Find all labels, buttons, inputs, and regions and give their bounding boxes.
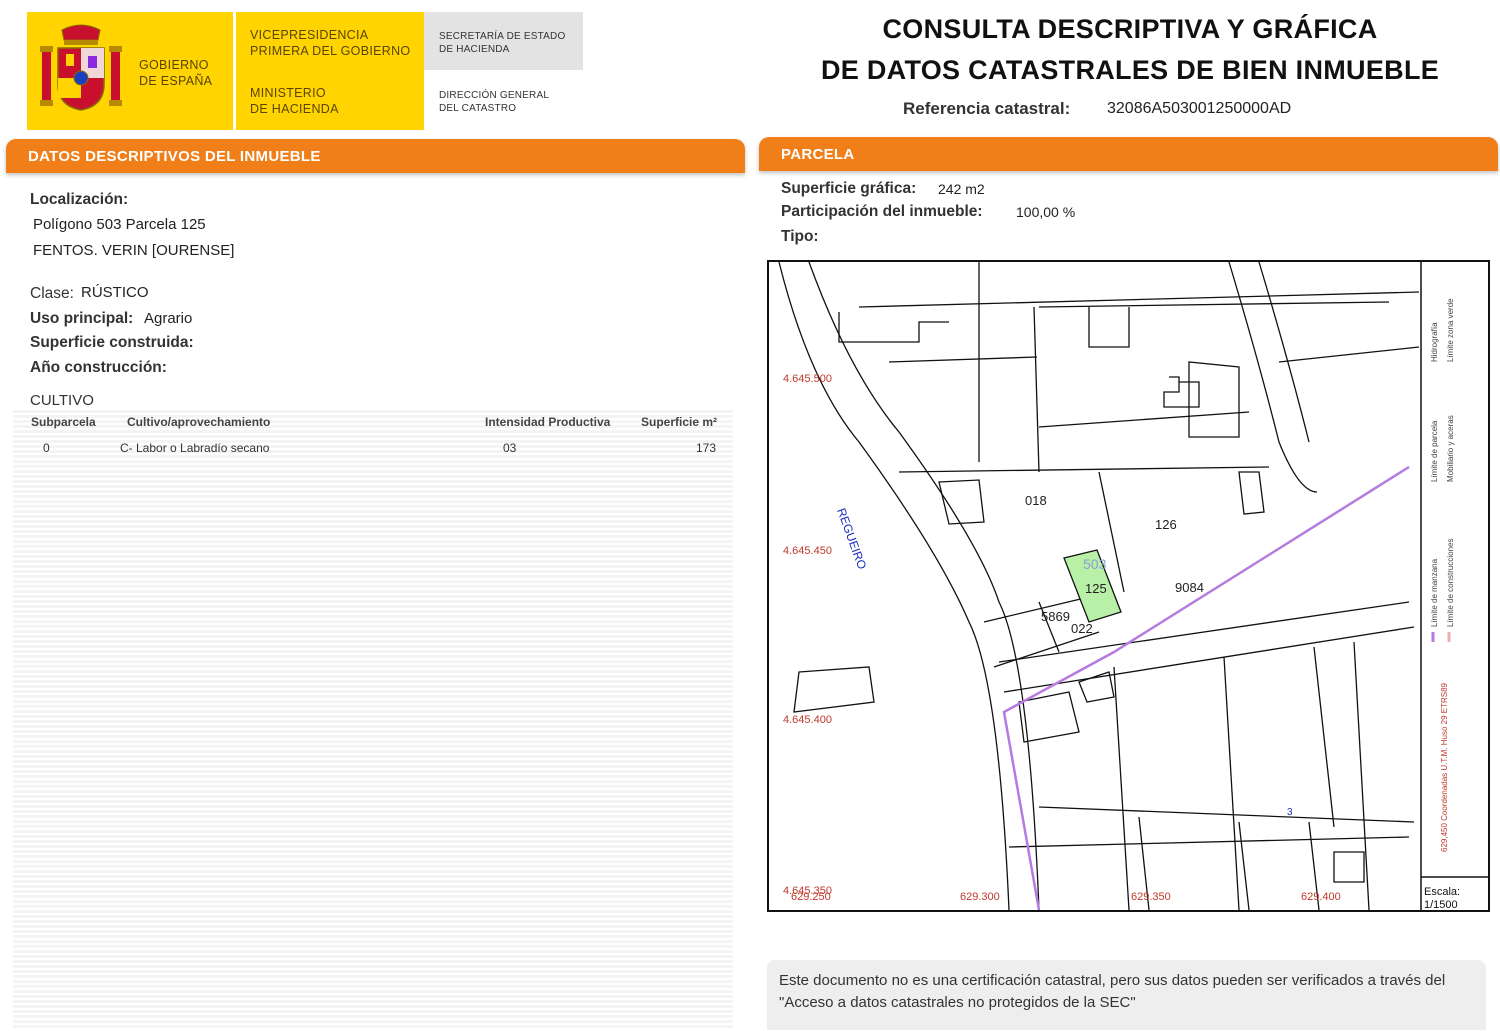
cultivo-row-superficie: 173 bbox=[696, 441, 717, 455]
localizacion-line2: FENTOS. VERIN [OURENSE] bbox=[33, 242, 235, 259]
cultivo-table bbox=[13, 410, 733, 1030]
map-x-tick-first: 629.250 bbox=[791, 891, 831, 903]
disclaimer-box: Este documento no es una certificación c… bbox=[767, 960, 1486, 1030]
cultivo-row-cultivo: C- Labor o Labradío secano bbox=[120, 441, 270, 455]
uso-value: Agrario bbox=[144, 310, 193, 327]
parcela-section-title: PARCELA bbox=[781, 146, 855, 163]
disclaimer-text: Este documento no es una certificación c… bbox=[779, 972, 1446, 1011]
clase-value: RÚSTICO bbox=[81, 284, 149, 301]
legend-construcciones: Límite de construcciones bbox=[1446, 539, 1455, 628]
escala-label: Escala: bbox=[1424, 886, 1460, 898]
vicepresidencia-line1: VICEPRESIDENCIA bbox=[250, 28, 369, 42]
gobierno-line1: GOBIERNO bbox=[139, 58, 209, 72]
cultivo-header-subparcela: Subparcela bbox=[31, 415, 96, 429]
cultivo-header-superficie: Superficie m² bbox=[641, 415, 718, 429]
anio-construccion-label: Año construcción: bbox=[30, 359, 167, 376]
parcel-label-503: 503 bbox=[1083, 556, 1107, 572]
ministerio-line2: DE HACIENDA bbox=[250, 102, 339, 116]
participacion-label: Participación del inmueble: bbox=[781, 203, 983, 220]
secretaria-line1: SECRETARÍA DE ESTADO bbox=[439, 31, 566, 42]
cadastral-map[interactable]: 4.645.500 4.645.450 4.645.400 4.645.350 … bbox=[767, 260, 1490, 912]
coat-of-arms-icon bbox=[40, 24, 122, 111]
superficie-grafica-value: 242 m2 bbox=[938, 181, 985, 197]
localizacion-line1: Polígono 503 Parcela 125 bbox=[33, 216, 206, 233]
tipo-label: Tipo: bbox=[781, 228, 819, 245]
parcel-label-022: 022 bbox=[1071, 621, 1093, 636]
parcel-label-125: 125 bbox=[1085, 581, 1107, 596]
cultivo-header-cultivo: Cultivo/aprovechamiento bbox=[127, 415, 271, 429]
cultivo-header-intensidad: Intensidad Productiva bbox=[485, 415, 611, 429]
map-x-tick-2: 629.350 bbox=[1131, 891, 1171, 903]
parcel-label-9084: 9084 bbox=[1175, 580, 1204, 595]
parcel-label-018: 018 bbox=[1025, 493, 1047, 508]
small-label: 3 bbox=[1287, 807, 1293, 818]
localizacion-label: Localización: bbox=[30, 191, 129, 208]
legend-hidrografia: Hidrografía bbox=[1430, 322, 1439, 362]
cultivo-row-intensidad: 03 bbox=[503, 441, 517, 455]
legend-manzana: Límite de manzana bbox=[1430, 558, 1439, 627]
uso-label: Uso principal: bbox=[30, 310, 134, 327]
map-drawing: 4.645.500 4.645.450 4.645.400 4.645.350 … bbox=[778, 262, 1488, 910]
map-x-tick-3: 629.400 bbox=[1301, 891, 1341, 903]
parcel-label-5869: 5869 bbox=[1041, 609, 1070, 624]
street-label-regueiro: REGUEIRO bbox=[834, 506, 869, 571]
legend-parcela: Límite de parcela bbox=[1430, 420, 1439, 482]
superficie-grafica-label: Superficie gráfica: bbox=[781, 180, 917, 197]
legend-zona-verde: Límite zona verde bbox=[1446, 298, 1455, 362]
direccion-line1: DIRECCIÓN GENERAL bbox=[439, 90, 550, 101]
parcela-section-header: PARCELA bbox=[759, 137, 1498, 171]
vicepresidencia-line2: PRIMERA DEL GOBIERNO bbox=[250, 44, 411, 58]
map-x-tick-1: 629.300 bbox=[960, 891, 1000, 903]
referencia-value: 32086A503001250000AD bbox=[1107, 100, 1292, 117]
inmueble-section-header: DATOS DESCRIPTIVOS DEL INMUEBLE bbox=[6, 139, 745, 173]
document-title-line2: DE DATOS CATASTRALES DE BIEN INMUEBLE bbox=[820, 55, 1440, 85]
direccion-line2: DEL CATASTRO bbox=[439, 103, 517, 114]
map-y-tick-1: 4.645.500 bbox=[783, 373, 832, 385]
map-y-tick-2: 4.645.450 bbox=[783, 545, 832, 557]
inmueble-section-title: DATOS DESCRIPTIVOS DEL INMUEBLE bbox=[28, 148, 321, 165]
superficie-construida-label: Superficie construida: bbox=[30, 334, 194, 351]
gobierno-line2: DE ESPAÑA bbox=[139, 74, 213, 88]
escala-value: 1/1500 bbox=[1424, 899, 1458, 910]
ministerio-line1: MINISTERIO bbox=[250, 86, 326, 100]
secretaria-line2: DE HACIENDA bbox=[439, 44, 510, 55]
manzana-boundary bbox=[1002, 465, 1410, 910]
clase-label: Clase: bbox=[30, 285, 74, 302]
logo-divider bbox=[233, 12, 236, 130]
legend-coordinates: 629,450 Coordenadas U.T.M. Huso 29 ETRS8… bbox=[1440, 682, 1449, 852]
cultivo-title: CULTIVO bbox=[30, 392, 94, 409]
legend-mobiliario: Mobiliario y aceras bbox=[1446, 415, 1455, 482]
participacion-value: 100,00 % bbox=[1016, 204, 1076, 220]
cultivo-row-subparcela: 0 bbox=[43, 441, 50, 455]
parcel-label-126: 126 bbox=[1155, 517, 1177, 532]
document-title-line1: CONSULTA DESCRIPTIVA Y GRÁFICA bbox=[882, 14, 1378, 44]
referencia-label: Referencia catastral: bbox=[903, 99, 1071, 118]
map-y-tick-3: 4.645.400 bbox=[783, 714, 832, 726]
